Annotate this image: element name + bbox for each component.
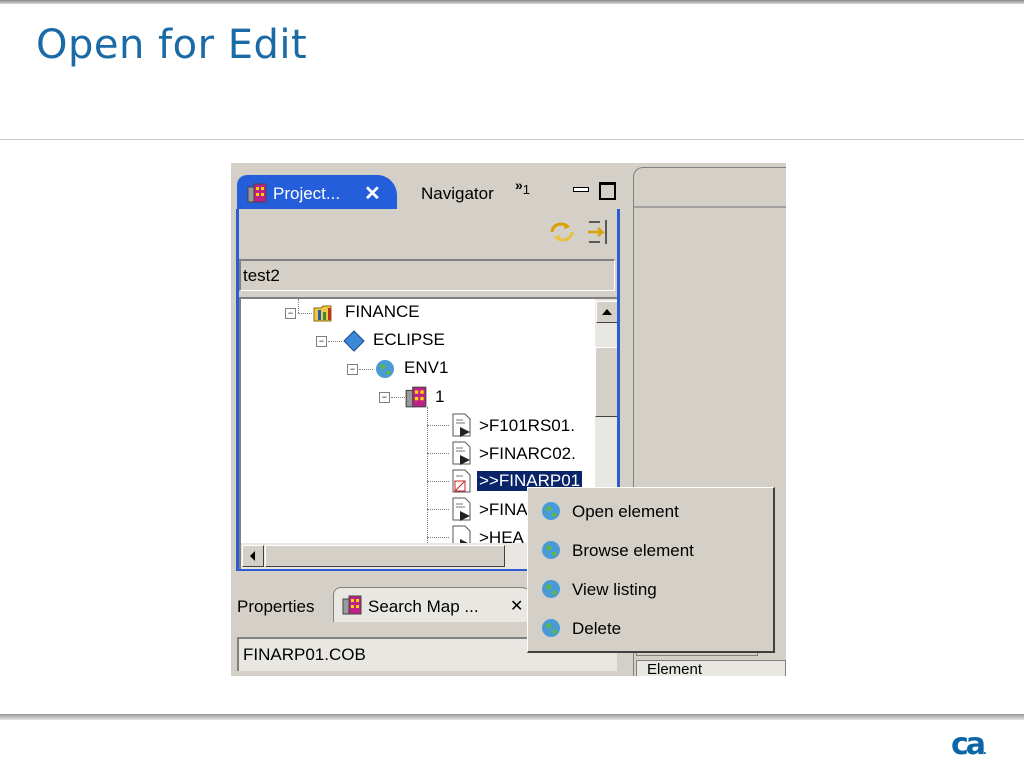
menu-item-label: View listing xyxy=(572,580,657,599)
sync-icon[interactable] xyxy=(547,219,577,245)
folder-icon xyxy=(313,305,332,322)
tree-connector xyxy=(391,397,405,398)
globe-icon xyxy=(542,619,560,637)
globe-icon xyxy=(542,580,560,598)
tab-properties[interactable]: Properties xyxy=(237,597,314,617)
column-header-element[interactable]: Element xyxy=(636,660,786,676)
globe-icon xyxy=(542,502,560,520)
tree-connector xyxy=(427,509,449,510)
arrow-up-icon xyxy=(602,309,612,315)
search-map-icon xyxy=(342,595,362,615)
tree-connector xyxy=(298,313,312,314)
tab-navigator[interactable]: Navigator xyxy=(421,184,494,204)
tree-node-label: FINANCE xyxy=(345,302,420,321)
footer-rule xyxy=(0,714,1024,720)
chevron-right-icon: » xyxy=(515,177,523,193)
close-icon[interactable]: ✕ xyxy=(364,181,381,206)
title-divider xyxy=(0,139,1024,140)
menu-item-label: Open element xyxy=(572,502,679,521)
view-toolbar xyxy=(239,209,617,253)
system-icon xyxy=(405,386,427,408)
minimize-button[interactable] xyxy=(573,187,589,192)
tab-project-label: Project... xyxy=(273,184,341,203)
menu-item-label: Delete xyxy=(572,619,622,638)
ca-logo: ca. xyxy=(951,730,987,767)
tree-connector xyxy=(298,299,299,313)
tree-node-label: 1 xyxy=(435,387,445,406)
element-label: >FINA xyxy=(479,500,528,519)
menu-item-open-element[interactable]: Open element xyxy=(540,494,768,528)
scroll-thumb[interactable] xyxy=(265,545,505,567)
tab-overflow-button[interactable]: »1 xyxy=(515,177,530,197)
tree-node-label: ENV1 xyxy=(404,358,449,377)
scroll-up-button[interactable] xyxy=(596,301,617,323)
menu-item-delete[interactable]: Delete xyxy=(540,611,768,645)
view-tab-strip: Project... ✕ Navigator »1 xyxy=(235,169,621,211)
tree-node-label: ECLIPSE xyxy=(373,330,445,349)
context-menu: Open element Browse element View listing… xyxy=(527,487,775,653)
tab-search-map-label: Search Map ... xyxy=(368,597,479,616)
collapse-toggle[interactable]: − xyxy=(316,336,327,347)
menu-item-view-listing[interactable]: View listing xyxy=(540,572,768,606)
scroll-thumb[interactable] xyxy=(595,347,617,417)
element-name-value: FINARP01.COB xyxy=(243,645,366,664)
filter-field[interactable]: test2 xyxy=(239,259,615,291)
element-file-icon xyxy=(452,441,471,465)
tab-search-map[interactable]: Search Map ... ✕ xyxy=(333,587,535,622)
checked-out-element-icon xyxy=(452,469,471,493)
maximize-button[interactable] xyxy=(599,182,616,200)
slide-title: Open for Edit xyxy=(36,22,308,68)
overflow-count: 1 xyxy=(522,181,531,197)
editor-tab-bar xyxy=(634,206,786,208)
logo-dot: . xyxy=(983,746,987,757)
scroll-left-button[interactable] xyxy=(242,545,264,567)
collapse-toggle[interactable]: − xyxy=(379,392,390,403)
filter-value: test2 xyxy=(243,266,280,285)
tree-connector xyxy=(427,537,449,538)
tree-connector xyxy=(427,453,449,454)
tab-project[interactable]: Project... ✕ xyxy=(237,175,397,211)
top-rule xyxy=(0,0,1024,4)
close-icon[interactable]: ✕ xyxy=(510,596,523,616)
project-icon xyxy=(247,183,267,203)
collapse-toggle[interactable]: − xyxy=(347,364,358,375)
arrow-left-icon xyxy=(250,551,255,561)
link-with-editor-icon[interactable] xyxy=(586,218,612,246)
menu-item-label: Browse element xyxy=(572,541,694,560)
element-label: >FINARC02. xyxy=(479,444,576,463)
globe-icon xyxy=(376,360,394,378)
element-file-icon xyxy=(452,413,471,437)
logo-text: ca xyxy=(951,727,986,762)
menu-item-browse-element[interactable]: Browse element xyxy=(540,533,768,567)
globe-icon xyxy=(542,541,560,559)
tree-connector xyxy=(427,481,449,482)
element-file-icon xyxy=(452,497,471,521)
tree-connector xyxy=(359,369,373,370)
tree-connector xyxy=(427,425,449,426)
tree-connector xyxy=(427,407,428,557)
diamond-icon xyxy=(343,330,365,352)
element-label: >F101RS01. xyxy=(479,416,575,435)
collapse-toggle[interactable]: − xyxy=(285,308,296,319)
tree-connector xyxy=(328,341,342,342)
